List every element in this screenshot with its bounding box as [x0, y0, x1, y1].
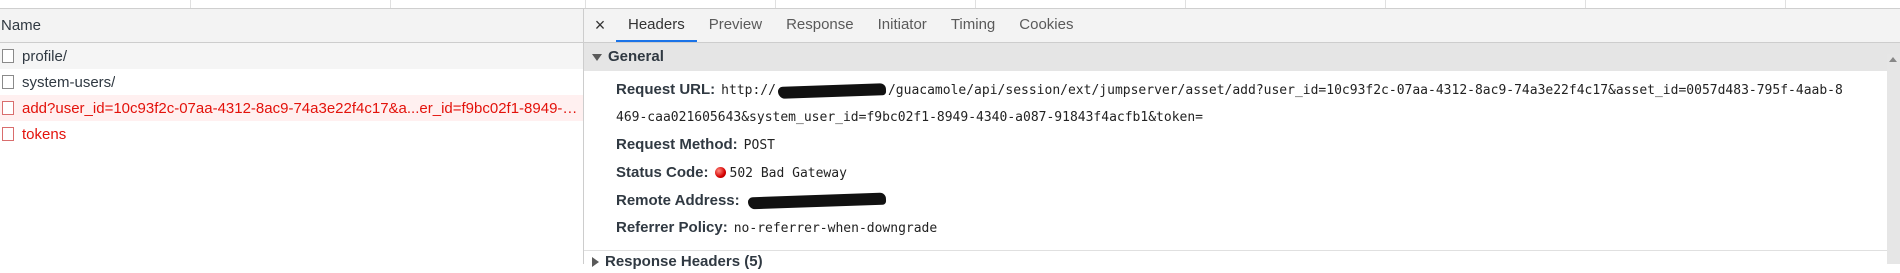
redacted-host-mark	[777, 82, 887, 99]
request-row[interactable]: tokens	[0, 121, 583, 147]
request-url-prefix: http://	[721, 83, 776, 98]
request-row[interactable]: profile/	[0, 43, 583, 69]
expand-triangle-icon	[592, 53, 602, 61]
timeline-gridline	[1785, 0, 1786, 8]
close-icon[interactable]: ×	[584, 9, 616, 42]
collapse-triangle-icon	[592, 257, 599, 267]
timeline-gridline	[585, 0, 586, 8]
document-icon	[2, 127, 14, 141]
general-section-title: General	[608, 48, 664, 65]
request-row[interactable]: system-users/	[0, 69, 583, 95]
request-name: system-users/	[22, 73, 116, 91]
status-error-dot-icon	[714, 167, 726, 178]
remote-address-label: Remote Address:	[616, 192, 740, 209]
request-url-line1: /guacamole/api/session/ext/jumpserver/as…	[887, 83, 1843, 98]
response-headers-title: Response Headers (5)	[605, 253, 763, 270]
request-url-label: Request URL:	[616, 81, 716, 98]
referrer-policy-label: Referrer Policy:	[616, 219, 728, 236]
timeline-gridline	[1385, 0, 1386, 8]
request-url-line2[interactable]: 469-caa021605643&system_user_id=f9bc02f1…	[616, 104, 1900, 131]
request-method-row: Request Method: POST	[616, 131, 1900, 159]
status-code-value[interactable]: 502 Bad Gateway	[730, 166, 847, 181]
request-name: profile/	[22, 47, 68, 65]
status-code-label: Status Code:	[616, 164, 709, 181]
document-icon	[2, 49, 14, 63]
request-list-panel: Name profile/ system-users/ add?user_id=…	[0, 9, 584, 264]
request-method-label: Request Method:	[616, 136, 738, 153]
referrer-policy-value[interactable]: no-referrer-when-downgrade	[734, 221, 938, 236]
document-icon	[2, 101, 14, 115]
tab-headers[interactable]: Headers	[616, 9, 697, 42]
timeline-gridline	[775, 0, 776, 8]
tab-timing[interactable]: Timing	[939, 9, 1007, 42]
document-icon	[2, 75, 14, 89]
details-tabbar: × Headers Preview Response Initiator Tim…	[584, 9, 1900, 43]
timeline-overview-strip	[0, 0, 1900, 9]
general-section-header[interactable]: General	[584, 43, 1900, 71]
redacted-address-mark	[747, 192, 886, 210]
request-name: tokens	[22, 125, 67, 143]
response-headers-section-header[interactable]: Response Headers (5)	[584, 251, 1900, 273]
tab-response[interactable]: Response	[774, 9, 866, 42]
request-details-panel: × Headers Preview Response Initiator Tim…	[584, 9, 1900, 273]
vertical-scrollbar[interactable]	[1887, 54, 1900, 264]
timeline-gridline	[975, 0, 976, 8]
timeline-gridline	[1585, 0, 1586, 8]
timeline-gridline	[390, 0, 391, 8]
remote-address-row: Remote Address:	[616, 187, 1900, 214]
request-row-selected[interactable]: add?user_id=10c93f2c-07aa-4312-8ac9-74a3…	[0, 95, 583, 121]
general-section-body: Request URL: http:// /guacamole/api/sessio…	[584, 71, 1900, 242]
request-name: add?user_id=10c93f2c-07aa-4312-8ac9-74a3…	[22, 99, 583, 117]
timeline-gridline	[190, 0, 191, 8]
timeline-gridline	[1185, 0, 1186, 8]
request-url-value[interactable]: http:// /guacamole/api/session/ext/jumpse…	[721, 82, 1843, 99]
status-code-row: Status Code: 502 Bad Gateway	[616, 159, 1900, 187]
tab-cookies[interactable]: Cookies	[1007, 9, 1085, 42]
scroll-up-arrow-icon[interactable]	[1889, 57, 1897, 62]
referrer-policy-row: Referrer Policy: no-referrer-when-downgra…	[616, 214, 1900, 242]
request-url-row: Request URL: http:// /guacamole/api/sessio…	[616, 76, 1900, 104]
name-column-header[interactable]: Name	[0, 9, 583, 43]
tab-preview[interactable]: Preview	[697, 9, 774, 42]
request-method-value[interactable]: POST	[744, 138, 775, 153]
tab-initiator[interactable]: Initiator	[866, 9, 939, 42]
